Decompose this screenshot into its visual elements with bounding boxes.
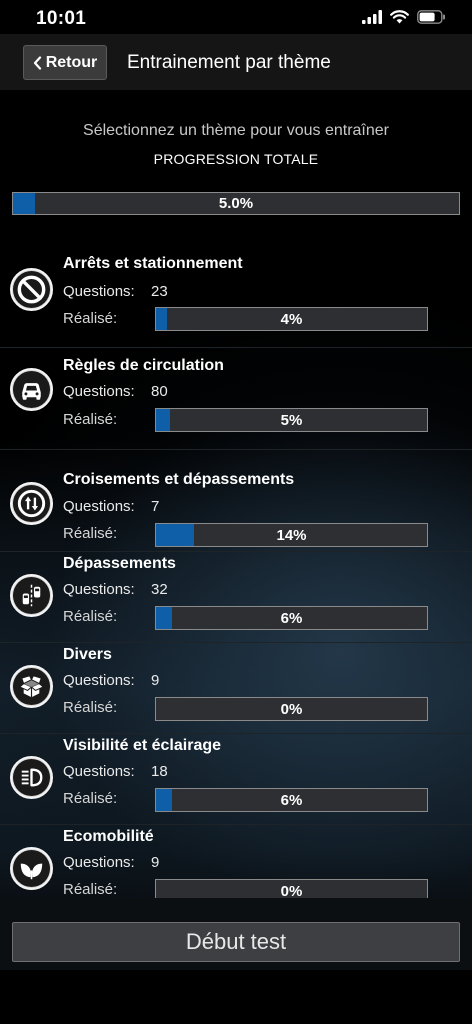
total-progress-label: PROGRESSION TOTALE (153, 151, 319, 167)
theme-progress-text: 0% (280, 882, 303, 899)
theme-progress-text: 5% (280, 411, 303, 429)
theme-progress-bar: 4% (155, 307, 428, 331)
theme-title: Ecomobilité (63, 828, 154, 845)
theme-progress-text: 14% (276, 526, 307, 544)
theme-title: Visibilité et éclairage (63, 737, 222, 754)
leaf-icon (10, 847, 53, 890)
theme-title: Dépassements (63, 555, 176, 572)
theme-progress-bar: 14% (155, 523, 428, 547)
theme-item-regles[interactable]: Règles de circulation Questions: 80 Réal… (0, 348, 472, 450)
total-progress-bar: 5.0% (12, 192, 460, 215)
theme-progress-bar: 5% (155, 408, 428, 432)
two-way-arrows-icon (10, 482, 53, 525)
done-label: Réalisé: (63, 699, 118, 716)
theme-item-croisements[interactable]: Croisements et dépassements Questions: 7… (0, 450, 472, 552)
car-icon (10, 368, 53, 411)
theme-item-divers[interactable]: Divers Questions: 9 Réalisé: 0% (0, 643, 472, 734)
theme-progress-text: 6% (280, 609, 303, 627)
status-icons (362, 10, 446, 24)
theme-title: Divers (63, 646, 112, 663)
theme-progress-bar: 6% (155, 788, 428, 812)
questions-label: Questions: (63, 581, 135, 598)
no-stopping-icon (10, 268, 53, 311)
questions-count: 7 (151, 498, 160, 515)
theme-progress-bar: 6% (155, 606, 428, 630)
questions-label: Questions: (63, 854, 135, 871)
questions-label: Questions: (63, 672, 135, 689)
done-label: Réalisé: (63, 881, 118, 898)
questions-label: Questions: (63, 763, 135, 780)
theme-progress-text: 0% (280, 700, 303, 718)
back-button-label: Retour (45, 53, 98, 71)
battery-icon (417, 10, 445, 24)
overtaking-cars-icon (10, 574, 53, 617)
questions-count: 9 (151, 672, 160, 689)
done-label: Réalisé: (63, 790, 118, 807)
start-test-button[interactable]: Début test (12, 922, 460, 962)
questions-count: 80 (151, 383, 168, 400)
status-bar: 10:01 (0, 0, 472, 34)
page-title: Entrainement par thème (127, 52, 331, 73)
bottom-safe-area (0, 970, 472, 1024)
theme-item-ecomobilite[interactable]: Ecomobilité Questions: 9 Réalisé: 0% (0, 825, 472, 898)
questions-count: 32 (151, 581, 168, 598)
theme-progress-text: 4% (280, 310, 303, 328)
navigation-bar: Retour Entrainement par thème (0, 34, 472, 90)
questions-label: Questions: (63, 283, 135, 300)
signal-icon (362, 10, 382, 24)
headlight-icon (10, 756, 53, 799)
done-label: Réalisé: (63, 411, 118, 428)
theme-item-visibilite[interactable]: Visibilité et éclairage Questions: 18 Ré… (0, 734, 472, 825)
wifi-icon (390, 10, 409, 24)
questions-count: 18 (151, 763, 168, 780)
footer: Début test (0, 898, 472, 970)
theme-list-scroll[interactable]: Sélectionnez un thème pour vous entraîne… (0, 90, 472, 898)
status-time: 10:01 (36, 8, 87, 29)
theme-item-arrets[interactable]: Arrêts et stationnement Questions: 23 Ré… (0, 240, 472, 348)
questions-label: Questions: (63, 383, 135, 400)
questions-count: 9 (151, 854, 160, 871)
theme-title: Arrêts et stationnement (63, 255, 243, 272)
theme-progress-bar: 0% (155, 879, 428, 898)
open-box-icon (10, 665, 53, 708)
chevron-left-icon (33, 55, 41, 70)
back-button[interactable]: Retour (23, 45, 107, 80)
questions-count: 23 (151, 283, 168, 300)
total-progress-text: 5.0% (218, 195, 254, 212)
instruction-text: Sélectionnez un thème pour vous entraîne… (83, 122, 389, 139)
theme-item-depassements[interactable]: Dépassements Questions: 32 Réalisé: 6% (0, 552, 472, 643)
done-label: Réalisé: (63, 525, 118, 542)
theme-title: Croisements et dépassements (63, 471, 295, 488)
done-label: Réalisé: (63, 310, 118, 327)
questions-label: Questions: (63, 498, 135, 515)
theme-progress-bar: 0% (155, 697, 428, 721)
theme-progress-text: 6% (280, 791, 303, 809)
done-label: Réalisé: (63, 608, 118, 625)
theme-title: Règles de circulation (63, 357, 224, 374)
